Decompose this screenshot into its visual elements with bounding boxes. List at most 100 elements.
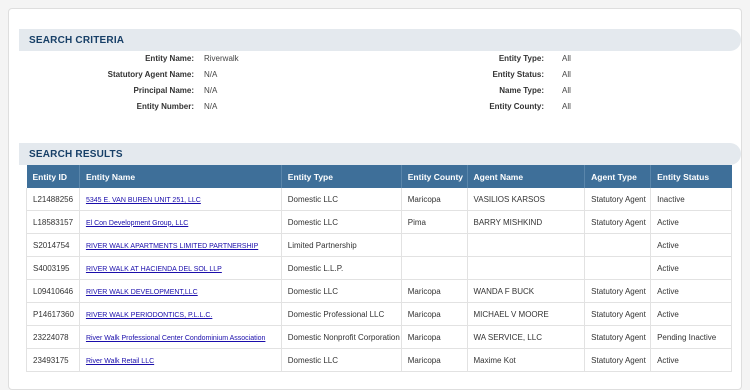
agent-name-cell: [467, 233, 586, 257]
column-header-entity-type[interactable]: Entity Type: [281, 165, 402, 188]
entity-name-cell: River Walk Retail LLC: [79, 348, 282, 372]
entity-name-cell: RIVER WALK DEVELOPMENT,LLC: [79, 279, 282, 303]
table-row: L09410646 RIVER WALK DEVELOPMENT,LLC Domes…: [26, 279, 732, 303]
criteria-label: Principal Name:: [133, 86, 194, 95]
entity-id-cell: L21488256: [26, 188, 80, 211]
column-header-entity-id[interactable]: Entity ID: [26, 165, 80, 188]
criteria-label: Entity Number:: [136, 102, 194, 111]
agent-type-cell: Statutory Agent: [584, 279, 652, 303]
entity-name-cell: RIVER WALK AT HACIENDA DEL SOL LLP: [79, 256, 282, 280]
entity-status-cell: Active: [650, 302, 732, 326]
criteria-label: Entity Type:: [498, 54, 544, 63]
entity-status-cell: Inactive: [650, 188, 732, 211]
criteria-value: N/A: [204, 86, 218, 95]
criteria-value: N/A: [204, 70, 218, 79]
agent-type-cell: Statutory Agent: [584, 348, 652, 372]
results-header-row: Entity ID Entity Name Entity Type Entity…: [26, 165, 732, 188]
agent-name-cell: BARRY MISHKIND: [467, 210, 586, 234]
entity-id-cell: S2014754: [26, 233, 80, 257]
table-row: L18583157 El Con Development Group, LLC Do…: [26, 210, 732, 234]
entity-type-cell: Domestic LLC: [281, 188, 402, 211]
agent-type-cell: Statutory Agent: [584, 188, 652, 211]
criteria-value: All: [562, 70, 571, 79]
criteria-label: Entity County:: [489, 102, 544, 111]
agent-name-cell: Maxime Kot: [467, 348, 586, 372]
entity-status-cell: Active: [650, 210, 732, 234]
entity-status-cell: Active: [650, 233, 732, 257]
column-header-entity-status[interactable]: Entity Status: [650, 165, 732, 188]
entity-county-cell: Maricopa: [401, 302, 468, 326]
entity-type-cell: Domestic LLC: [281, 210, 402, 234]
agent-name-cell: VASILIOS KARSOS: [467, 188, 586, 211]
agent-name-cell: WA SERVICE, LLC: [467, 325, 586, 349]
entity-type-cell: Limited Partnership: [281, 233, 402, 257]
criteria-label: Entity Status:: [492, 70, 544, 79]
agent-name-cell: [467, 256, 586, 280]
entity-id-cell: 23493175: [26, 348, 80, 372]
entity-county-cell: [401, 233, 468, 257]
entity-county-cell: [401, 256, 468, 280]
entity-name-link[interactable]: River Walk Retail LLC: [86, 358, 154, 365]
search-results-header: SEARCH RESULTS: [19, 143, 741, 165]
column-header-entity-county[interactable]: Entity County: [401, 165, 468, 188]
entity-name-link[interactable]: RIVER WALK DEVELOPMENT,LLC: [86, 289, 198, 296]
entity-status-cell: Active: [650, 256, 732, 280]
agent-type-cell: Statutory Agent: [584, 210, 652, 234]
search-criteria-header: SEARCH CRITERIA: [19, 29, 741, 51]
table-row: 23493175 River Walk Retail LLC Domestic LL…: [26, 348, 732, 372]
search-results-title: SEARCH RESULTS: [29, 148, 123, 160]
criteria-label: Statutory Agent Name:: [107, 70, 194, 79]
agent-type-cell: Statutory Agent: [584, 325, 652, 349]
criteria-label: Name Type:: [499, 86, 544, 95]
column-header-agent-name[interactable]: Agent Name: [467, 165, 586, 188]
entity-type-cell: Domestic Nonprofit Corporation: [281, 325, 402, 349]
entity-county-cell: Maricopa: [401, 348, 468, 372]
criteria-value: All: [562, 54, 571, 63]
table-row: 23224078 River Walk Professional Center C…: [26, 325, 732, 349]
agent-type-cell: Statutory Agent: [584, 302, 652, 326]
search-criteria-title: SEARCH CRITERIA: [29, 34, 125, 46]
entity-name-link[interactable]: RIVER WALK AT HACIENDA DEL SOL LLP: [86, 266, 222, 273]
entity-status-cell: Active: [650, 279, 732, 303]
entity-type-cell: Domestic Professional LLC: [281, 302, 402, 326]
entity-county-cell: Pima: [401, 210, 468, 234]
entity-name-cell: 5345 E. VAN BUREN UNIT 251, LLC: [79, 188, 282, 211]
table-row: L21488256 5345 E. VAN BUREN UNIT 251, LLC…: [26, 188, 732, 211]
entity-id-cell: S4003195: [26, 256, 80, 280]
entity-id-cell: L09410646: [26, 279, 80, 303]
entity-name-link[interactable]: River Walk Professional Center Condomini…: [86, 335, 265, 342]
agent-type-cell: [584, 256, 652, 280]
entity-name-cell: El Con Development Group, LLC: [79, 210, 282, 234]
entity-county-cell: Maricopa: [401, 279, 468, 303]
entity-type-cell: Domestic L.L.P.: [281, 256, 402, 280]
entity-name-cell: RIVER WALK PERIODONTICS, P.L.L.C.: [79, 302, 282, 326]
entity-county-cell: Maricopa: [401, 188, 468, 211]
table-row: P14617360 RIVER WALK PERIODONTICS, P.L.L.…: [26, 302, 732, 326]
agent-type-cell: [584, 233, 652, 257]
agent-name-cell: MICHAEL V MOORE: [467, 302, 586, 326]
entity-county-cell: Maricopa: [401, 325, 468, 349]
table-row: S2014754 RIVER WALK APARTMENTS LIMITED PA…: [26, 233, 732, 257]
column-header-entity-name[interactable]: Entity Name: [79, 165, 282, 188]
entity-name-link[interactable]: El Con Development Group, LLC: [86, 220, 188, 227]
column-header-agent-type[interactable]: Agent Type: [584, 165, 652, 188]
entity-name-link[interactable]: RIVER WALK APARTMENTS LIMITED PARTNERSHI…: [86, 243, 258, 250]
criteria-value: N/A: [204, 102, 218, 111]
entity-type-cell: Domestic LLC: [281, 279, 402, 303]
criteria-label: Entity Name:: [145, 54, 194, 63]
results-table: Entity ID Entity Name Entity Type Entity…: [26, 165, 732, 372]
entity-name-cell: RIVER WALK APARTMENTS LIMITED PARTNERSHI…: [79, 233, 282, 257]
entity-type-cell: Domestic LLC: [281, 348, 402, 372]
criteria-value: Riverwalk: [204, 54, 239, 63]
entity-name-cell: River Walk Professional Center Condomini…: [79, 325, 282, 349]
entity-name-link[interactable]: 5345 E. VAN BUREN UNIT 251, LLC: [86, 197, 201, 204]
entity-status-cell: Active: [650, 348, 732, 372]
entity-id-cell: 23224078: [26, 325, 80, 349]
entity-name-link[interactable]: RIVER WALK PERIODONTICS, P.L.L.C.: [86, 312, 212, 319]
entity-id-cell: P14617360: [26, 302, 80, 326]
criteria-value: All: [562, 102, 571, 111]
agent-name-cell: WANDA F BUCK: [467, 279, 586, 303]
entity-status-cell: Pending Inactive: [650, 325, 732, 349]
table-row: S4003195 RIVER WALK AT HACIENDA DEL SOL L…: [26, 256, 732, 280]
entity-id-cell: L18583157: [26, 210, 80, 234]
